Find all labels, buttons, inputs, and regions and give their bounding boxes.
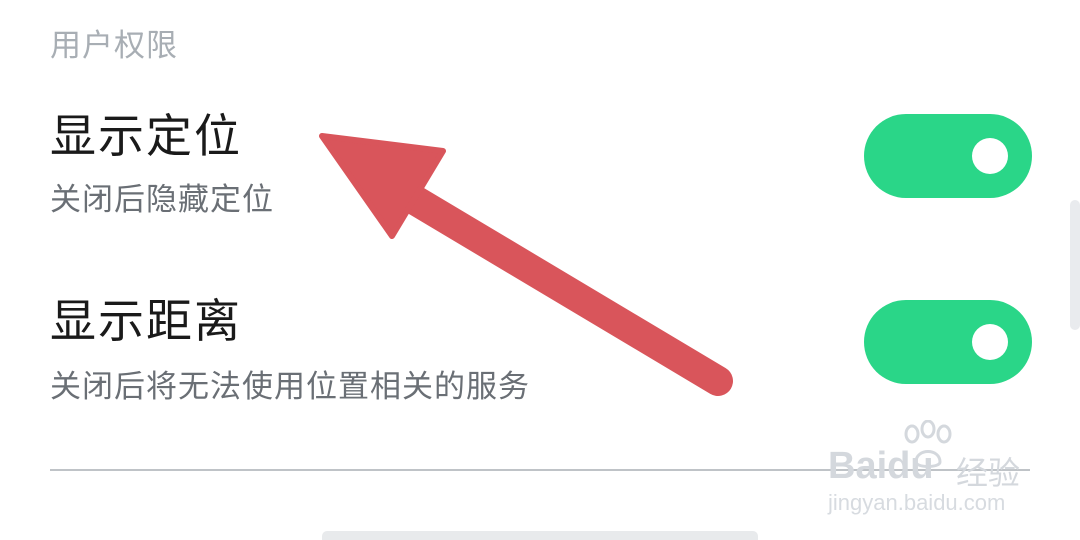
show-location-toggle[interactable] bbox=[864, 114, 1032, 198]
settings-page: 用户权限 显示定位 关闭后隐藏定位 显示距离 关闭后将无法使用位置相关的服务 B… bbox=[0, 0, 1080, 540]
baidu-jingyan-watermark: Baidu 经验 jingyan.baidu.com bbox=[828, 420, 1028, 520]
setting-title-show-distance: 显示距离 bbox=[50, 294, 242, 348]
setting-row-show-distance: 显示距离 关闭后将无法使用位置相关的服务 bbox=[0, 285, 1080, 415]
watermark-brand-cn: 经验 bbox=[956, 454, 1021, 492]
watermark-url: jingyan.baidu.com bbox=[828, 490, 1006, 515]
toggle-knob bbox=[972, 324, 1008, 360]
setting-row-show-location: 显示定位 关闭后隐藏定位 bbox=[0, 100, 1080, 230]
bottom-sheet-handle[interactable] bbox=[322, 531, 758, 540]
show-distance-toggle[interactable] bbox=[864, 300, 1032, 384]
scrollbar[interactable] bbox=[1070, 200, 1080, 330]
setting-description-show-distance: 关闭后将无法使用位置相关的服务 bbox=[50, 369, 530, 405]
toggle-knob bbox=[972, 138, 1008, 174]
section-header-user-permissions: 用户权限 bbox=[50, 28, 178, 64]
watermark-brand: Baidu bbox=[828, 445, 934, 487]
setting-title-show-location: 显示定位 bbox=[50, 109, 242, 163]
setting-description-show-location: 关闭后隐藏定位 bbox=[50, 182, 274, 218]
